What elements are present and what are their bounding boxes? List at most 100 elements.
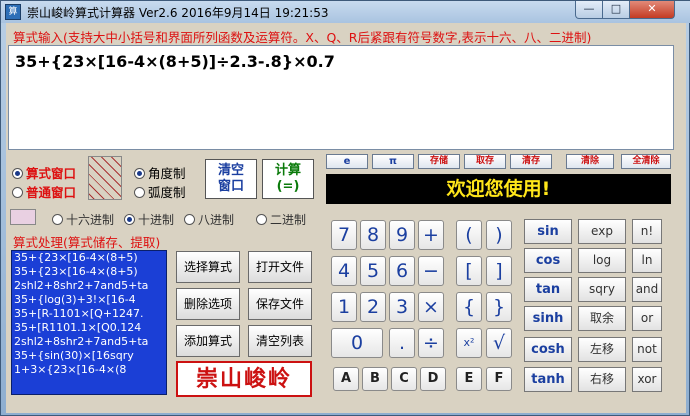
open-file-button[interactable]: 打开文件: [248, 251, 312, 283]
radio-dot: [134, 168, 145, 179]
key-6[interactable]: 6: [389, 256, 415, 286]
radio-dot: [12, 187, 23, 198]
key-square[interactable]: x²: [456, 328, 482, 358]
key-brace-open[interactable]: {: [456, 292, 482, 322]
save-file-button[interactable]: 保存文件: [248, 288, 312, 320]
fn-factorial[interactable]: n!: [632, 219, 662, 244]
result-display: 欢迎您使用!: [326, 174, 671, 204]
memory-store-button[interactable]: 存储: [418, 154, 460, 169]
key-8[interactable]: 8: [360, 220, 386, 250]
key-hex-c[interactable]: C: [391, 367, 417, 391]
radio-degree[interactable]: 角度制: [134, 163, 186, 182]
delete-item-button[interactable]: 删除选项: [176, 288, 240, 320]
key-9[interactable]: 9: [389, 220, 415, 250]
radio-hex[interactable]: 十六进制: [52, 211, 114, 228]
memory-recall-button[interactable]: 取存: [464, 154, 506, 169]
calculate-button[interactable]: 计算 (=): [262, 159, 314, 199]
fn-and[interactable]: and: [632, 277, 662, 302]
close-button[interactable]: ✕: [629, 1, 675, 19]
key-divide[interactable]: ÷: [418, 328, 444, 358]
fn-sinh[interactable]: sinh: [524, 306, 572, 331]
radio-normal-window[interactable]: 普通窗口: [12, 182, 76, 201]
fn-cosh[interactable]: cosh: [524, 337, 572, 362]
maximize-button[interactable]: □: [602, 1, 630, 19]
formula-list[interactable]: 35+{23×[16-4×(8+5) 35+{23×[16-4×(8+5) 2s…: [11, 250, 167, 395]
list-item[interactable]: 35+[R1101.1×[Q0.124: [12, 321, 166, 335]
key-decimal[interactable]: .: [389, 328, 415, 358]
clear-all-button[interactable]: 全清除: [621, 154, 671, 169]
radio-dec[interactable]: 十进制: [124, 211, 174, 228]
fn-or[interactable]: or: [632, 306, 662, 331]
expression-input[interactable]: 35+{23×[16-4×(8+5)]÷2.3-.8}×0.7: [8, 45, 674, 150]
button-label-line2: 窗口: [217, 179, 244, 194]
fn-tanh[interactable]: tanh: [524, 367, 572, 392]
memory-clear-button[interactable]: 清存: [510, 154, 552, 169]
radio-formula-window[interactable]: 算式窗口: [12, 163, 76, 182]
list-item[interactable]: 1+3×{23×[16-4×(8: [12, 363, 166, 377]
add-formula-button[interactable]: 添加算式: [176, 325, 240, 357]
fn-not[interactable]: not: [632, 337, 662, 362]
key-bracket-close[interactable]: ]: [486, 256, 512, 286]
key-2[interactable]: 2: [360, 292, 386, 322]
fn-xor[interactable]: xor: [632, 367, 662, 392]
fn-cos[interactable]: cos: [524, 248, 572, 273]
radio-dot: [124, 214, 135, 225]
radio-bin[interactable]: 二进制: [256, 211, 306, 228]
key-4[interactable]: 4: [331, 256, 357, 286]
key-sqrt[interactable]: √: [486, 328, 512, 358]
key-paren-open[interactable]: (: [456, 220, 482, 250]
radio-label: 十六进制: [66, 213, 115, 227]
list-item[interactable]: 35+{sin(30)×[16sqry: [12, 349, 166, 363]
radio-dot: [52, 214, 63, 225]
list-item[interactable]: 35+{log(3)+3!×[16-4: [12, 293, 166, 307]
list-item[interactable]: 35+{23×[16-4×(8+5): [12, 265, 166, 279]
title-bar: 算 崇山峻岭算式计算器 Ver2.6 2016年9月14日 19:21:53 —…: [1, 1, 690, 23]
key-paren-close[interactable]: ): [486, 220, 512, 250]
fn-log[interactable]: log: [578, 248, 626, 273]
button-label-line2: (=): [276, 179, 300, 194]
key-bracket-open[interactable]: [: [456, 256, 482, 286]
radio-label: 弧度制: [148, 185, 186, 200]
key-hex-f[interactable]: F: [486, 367, 512, 391]
key-hex-b[interactable]: B: [362, 367, 388, 391]
key-hex-e[interactable]: E: [456, 367, 482, 391]
key-hex-a[interactable]: A: [333, 367, 359, 391]
clear-list-button[interactable]: 清空列表: [248, 325, 312, 357]
list-item[interactable]: 2shl2+8shr2+7and5+ta: [12, 335, 166, 349]
key-brace-close[interactable]: }: [486, 292, 512, 322]
key-plus[interactable]: +: [418, 220, 444, 250]
fn-mod[interactable]: 取余: [578, 306, 626, 331]
pi-button[interactable]: π: [372, 154, 414, 169]
select-formula-button[interactable]: 选择算式: [176, 251, 240, 283]
radio-dot: [134, 187, 145, 198]
key-hex-d[interactable]: D: [420, 367, 446, 391]
key-1[interactable]: 1: [331, 292, 357, 322]
key-minus[interactable]: −: [418, 256, 444, 286]
clear-window-button[interactable]: 清空 窗口: [205, 159, 257, 199]
radio-oct[interactable]: 八进制: [184, 211, 234, 228]
key-3[interactable]: 3: [389, 292, 415, 322]
fn-exp[interactable]: exp: [578, 219, 626, 244]
e-button[interactable]: e: [326, 154, 368, 169]
key-0[interactable]: 0: [331, 328, 383, 358]
fn-shift-left[interactable]: 左移: [578, 337, 626, 362]
list-item[interactable]: 35+{23×[16-4×(8+5): [12, 251, 166, 265]
list-item[interactable]: 35+[R-1101×[Q+1247.: [12, 307, 166, 321]
clear-button[interactable]: 清除: [566, 154, 614, 169]
key-multiply[interactable]: ×: [418, 292, 444, 322]
key-5[interactable]: 5: [360, 256, 386, 286]
minimize-button[interactable]: —: [575, 1, 603, 19]
app-icon: 算: [5, 4, 21, 20]
input-hint: 算式输入(支持大中小括号和界面所列函数及运算符。X、Q、R后紧跟有符号数字,表示…: [13, 30, 592, 45]
list-item[interactable]: 2shl2+8shr2+7and5+ta: [12, 279, 166, 293]
fn-sqry[interactable]: sqry: [578, 277, 626, 302]
fn-tan[interactable]: tan: [524, 277, 572, 302]
radio-radian[interactable]: 弧度制: [134, 182, 186, 201]
fn-sin[interactable]: sin: [524, 219, 572, 244]
key-7[interactable]: 7: [331, 220, 357, 250]
fn-shift-right[interactable]: 右移: [578, 367, 626, 392]
radio-label: 十进制: [138, 213, 175, 227]
radio-label: 角度制: [148, 166, 186, 181]
radio-dot: [12, 168, 23, 179]
fn-ln[interactable]: ln: [632, 248, 662, 273]
